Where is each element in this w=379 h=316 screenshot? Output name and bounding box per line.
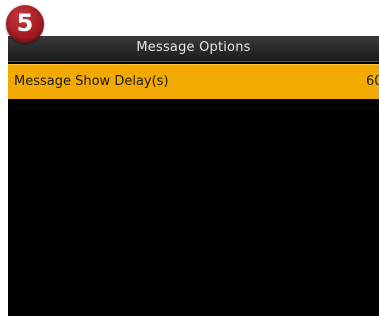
device-screen: Message Options Message Show Delay(s) 60 bbox=[8, 36, 379, 316]
step-number-badge: 5 bbox=[6, 5, 44, 43]
screen-title: Message Options bbox=[136, 40, 251, 55]
title-bar: Message Options bbox=[8, 36, 379, 62]
menu-item-value: 60 bbox=[366, 74, 379, 89]
menu-item-label: Message Show Delay(s) bbox=[14, 74, 169, 89]
menu-item-message-show-delay[interactable]: Message Show Delay(s) 60 bbox=[8, 64, 379, 99]
step-number: 5 bbox=[16, 9, 34, 37]
